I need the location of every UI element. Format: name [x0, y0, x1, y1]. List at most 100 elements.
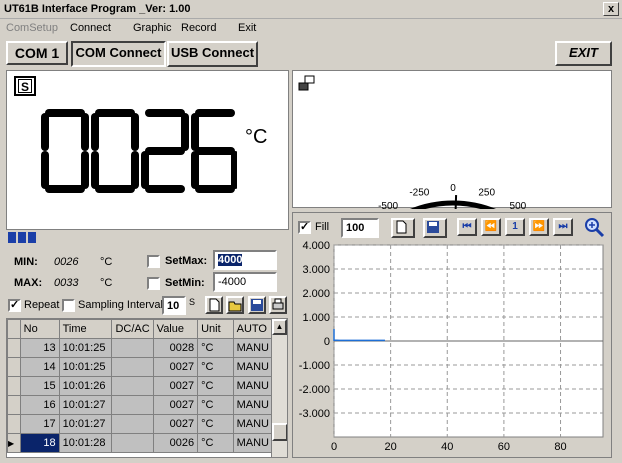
table-cell-auto[interactable]: MANU	[232, 414, 274, 434]
x-tick-label: 0	[331, 441, 337, 453]
last-page-button[interactable]: ⏭	[553, 218, 573, 236]
exit-button[interactable]: EXIT	[555, 41, 612, 66]
network-icon	[298, 75, 315, 91]
chart-new-button[interactable]	[391, 218, 415, 238]
close-button[interactable]: x	[603, 2, 619, 16]
menu-bar: ComSetup Connect Graphic Record Exit	[0, 19, 622, 37]
table-cell-time[interactable]: 10:01:27	[58, 414, 113, 434]
y-tick-label: -1.000	[299, 360, 330, 372]
row-indicator[interactable]	[7, 338, 21, 358]
prev-page-button[interactable]: ⏪	[481, 218, 501, 236]
table-cell-time[interactable]: 10:01:26	[58, 376, 113, 396]
chart-save-button[interactable]	[423, 218, 447, 238]
table-cell-no[interactable]: 16	[19, 395, 60, 415]
table-cell-no[interactable]: 17	[19, 414, 60, 434]
com-connect-button[interactable]: COM Connect	[71, 41, 166, 67]
menu-comsetup[interactable]: ComSetup	[6, 22, 58, 34]
setmin-checkbox[interactable]	[147, 277, 160, 290]
table-cell-unit[interactable]: °C	[197, 338, 234, 358]
setmax-input[interactable]: 4000	[213, 250, 277, 270]
column-header-no[interactable]: No	[19, 319, 60, 339]
fill-checkbox[interactable]	[298, 220, 311, 234]
records-table: No Time DC/AC Value Unit AUTO 13 10:01:25…	[6, 318, 288, 458]
next-page-button[interactable]: ⏩	[529, 218, 549, 236]
table-cell-value[interactable]: 0027	[152, 414, 199, 434]
table-cell-time[interactable]: 10:01:27	[58, 395, 113, 415]
menu-exit[interactable]: Exit	[238, 22, 256, 34]
scroll-thumb[interactable]	[272, 423, 287, 441]
table-row[interactable]: 15 10:01:26 0027 °C MANU	[7, 376, 274, 396]
zoom-icon[interactable]	[583, 216, 605, 238]
table-cell-no[interactable]: 14	[19, 357, 60, 377]
table-cell-dcac[interactable]	[111, 357, 154, 377]
table-cell-dcac[interactable]	[111, 376, 154, 396]
print-record-button[interactable]	[269, 296, 287, 314]
table-cell-dcac[interactable]	[111, 338, 154, 358]
first-page-button[interactable]: ⏮	[457, 218, 477, 236]
min-unit: °C	[100, 256, 113, 268]
table-cell-value[interactable]: 0026	[152, 433, 199, 453]
table-cell-value[interactable]: 0027	[152, 376, 199, 396]
table-cell-time[interactable]: 10:01:25	[58, 338, 113, 358]
table-cell-no[interactable]: 15	[19, 376, 60, 396]
column-header-unit[interactable]: Unit	[197, 319, 234, 339]
sampling-interval-checkbox[interactable]	[62, 299, 75, 312]
row-indicator[interactable]: ▶	[7, 433, 21, 453]
repeat-checkbox[interactable]	[8, 298, 21, 312]
menu-connect[interactable]: Connect	[70, 22, 111, 34]
table-row[interactable]: 13 10:01:25 0028 °C MANU	[7, 338, 274, 358]
row-indicator[interactable]	[7, 357, 21, 377]
table-cell-no[interactable]: 18	[19, 433, 60, 453]
table-cell-time[interactable]: 10:01:28	[58, 433, 113, 453]
table-cell-dcac[interactable]	[111, 414, 154, 434]
table-row[interactable]: 14 10:01:25 0027 °C MANU	[7, 357, 274, 377]
table-cell-value[interactable]: 0028	[152, 338, 199, 358]
table-cell-auto[interactable]: MANU	[232, 357, 274, 377]
column-header-time[interactable]: Time	[58, 319, 113, 339]
usb-connect-button[interactable]: USB Connect	[167, 41, 258, 67]
analog-gauge: -1000-750-500-2500250500750100	[292, 70, 612, 294]
table-cell-no[interactable]: 13	[19, 338, 60, 358]
table-cell-dcac[interactable]	[111, 433, 154, 453]
row-indicator[interactable]	[7, 376, 21, 396]
column-header-dcac[interactable]: DC/AC	[111, 319, 154, 339]
table-scrollbar[interactable]: ▲	[271, 319, 287, 457]
points-input[interactable]: 100	[341, 218, 379, 238]
table-row[interactable]: 17 10:01:27 0027 °C MANU	[7, 414, 274, 434]
table-cell-unit[interactable]: °C	[197, 433, 234, 453]
floppy-disk-icon	[427, 221, 439, 233]
table-cell-unit[interactable]: °C	[197, 414, 234, 434]
menu-graphic[interactable]: Graphic	[133, 22, 172, 34]
open-record-button[interactable]	[226, 296, 244, 314]
table-row[interactable]: 16 10:01:27 0027 °C MANU	[7, 395, 274, 415]
table-cell-auto[interactable]: MANU	[232, 433, 274, 453]
table-cell-unit[interactable]: °C	[197, 376, 234, 396]
open-folder-icon	[228, 301, 242, 312]
table-cell-value[interactable]: 0027	[152, 395, 199, 415]
seven-segment-reading	[41, 109, 237, 193]
table-cell-dcac[interactable]	[111, 395, 154, 415]
y-tick-label: 4.000	[302, 241, 330, 252]
row-indicator[interactable]	[7, 414, 21, 434]
printer-icon	[272, 298, 284, 310]
interval-input[interactable]: 10	[162, 296, 186, 315]
table-cell-auto[interactable]: MANU	[232, 376, 274, 396]
table-cell-time[interactable]: 10:01:25	[58, 357, 113, 377]
new-record-button[interactable]	[205, 296, 223, 314]
save-record-button[interactable]	[248, 296, 266, 314]
menu-record[interactable]: Record	[181, 22, 216, 34]
table-cell-auto[interactable]: MANU	[232, 395, 274, 415]
setmax-checkbox[interactable]	[147, 255, 160, 268]
table-cell-unit[interactable]: °C	[197, 395, 234, 415]
column-header-value[interactable]: Value	[152, 319, 199, 339]
line-chart: 4.000 3.000 2.000 1.000 0 -1.000 -2.000 -3.000 0…	[299, 241, 604, 453]
row-indicator[interactable]	[7, 395, 21, 415]
setmin-input[interactable]: -4000	[213, 272, 277, 292]
column-header-auto[interactable]: AUTO	[232, 319, 274, 339]
table-row[interactable]: ▶ 18 10:01:28 0026 °C MANU	[7, 433, 274, 453]
scroll-up-button[interactable]: ▲	[272, 319, 287, 335]
table-cell-auto[interactable]: MANU	[232, 338, 274, 358]
window-title: UT61B Interface Program _Ver: 1.00	[4, 3, 191, 15]
table-cell-value[interactable]: 0027	[152, 357, 199, 377]
table-cell-unit[interactable]: °C	[197, 357, 234, 377]
